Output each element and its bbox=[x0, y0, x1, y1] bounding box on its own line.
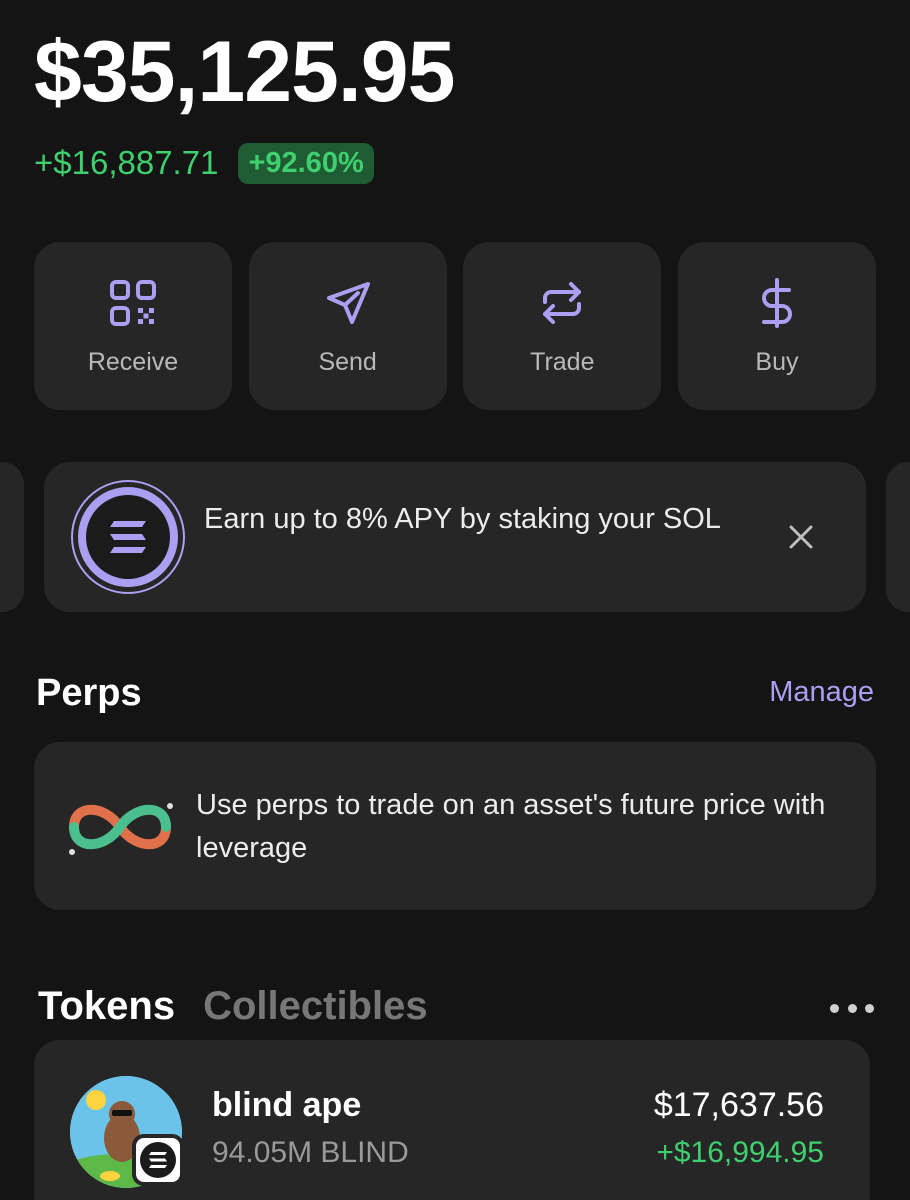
wallet-home-screen: $35,125.95 +$16,887.71 +92.60% Receive S… bbox=[0, 0, 910, 1200]
buy-label: Buy bbox=[755, 347, 799, 376]
buy-button[interactable]: Buy bbox=[677, 242, 876, 410]
promo-carousel-next-card[interactable] bbox=[886, 462, 910, 612]
token-row[interactable]: blind ape 94.05M BLIND $17,637.56 +$16,9… bbox=[34, 1040, 870, 1200]
send-label: Send bbox=[318, 347, 377, 376]
balance-change-amount: +$16,887.71 bbox=[34, 144, 219, 181]
solana-logo-icon bbox=[78, 487, 178, 587]
token-change: +$16,994.95 bbox=[656, 1136, 824, 1169]
balance-change-row: +$16,887.71 +92.60% bbox=[34, 140, 374, 186]
asset-tabs: Tokens Collectibles bbox=[38, 984, 428, 1029]
tab-collectibles[interactable]: Collectibles bbox=[203, 984, 428, 1029]
total-balance: $35,125.95 bbox=[34, 24, 455, 120]
perps-info-card[interactable]: Use perps to trade on an asset's future … bbox=[34, 742, 876, 910]
chain-badge bbox=[132, 1134, 184, 1186]
token-value: $17,637.56 bbox=[653, 1086, 824, 1124]
trade-button[interactable]: Trade bbox=[463, 242, 662, 410]
token-name: blind ape bbox=[212, 1086, 362, 1124]
qr-code-icon bbox=[110, 279, 156, 326]
send-arrow-icon bbox=[326, 281, 370, 324]
staking-promo-card[interactable]: Earn up to 8% APY by staking your SOL bbox=[44, 462, 866, 612]
perps-section-title: Perps bbox=[36, 672, 142, 714]
more-horizontal-icon[interactable] bbox=[830, 998, 874, 1018]
dollar-icon bbox=[761, 277, 792, 328]
perps-description: Use perps to trade on an asset's future … bbox=[196, 789, 826, 864]
receive-label: Receive bbox=[87, 347, 179, 376]
close-icon[interactable] bbox=[782, 518, 820, 556]
tab-tokens[interactable]: Tokens bbox=[38, 984, 175, 1029]
swap-arrows-icon bbox=[543, 281, 582, 324]
infinity-arrows-icon bbox=[69, 803, 173, 855]
perps-manage-link[interactable]: Manage bbox=[769, 676, 874, 709]
quick-actions: Receive Send Trade Buy bbox=[34, 242, 876, 410]
trade-label: Trade bbox=[530, 347, 595, 376]
balance-change-percent-badge: +92.60% bbox=[238, 142, 374, 184]
receive-button[interactable]: Receive bbox=[34, 242, 232, 410]
token-amount: 94.05M BLIND bbox=[212, 1136, 409, 1169]
send-button[interactable]: Send bbox=[248, 242, 447, 410]
promo-carousel-prev-card[interactable] bbox=[0, 462, 24, 612]
promo-text: Earn up to 8% APY by staking your SOL bbox=[204, 503, 721, 535]
